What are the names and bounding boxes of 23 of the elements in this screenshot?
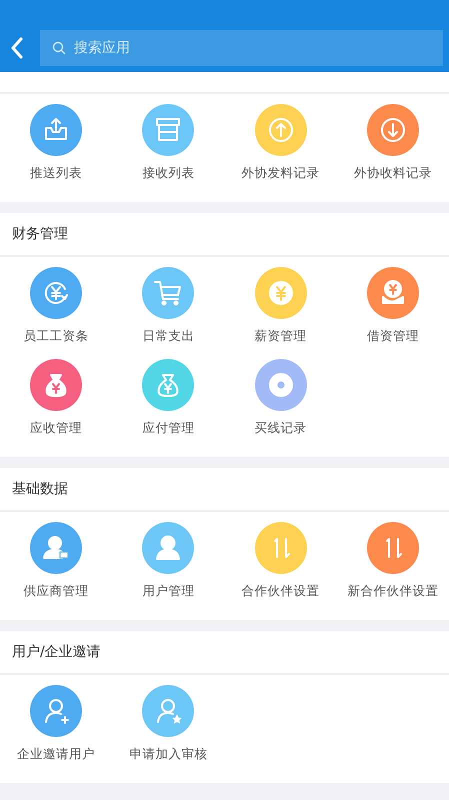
- app-tile[interactable]: 薪资管理: [224, 267, 337, 359]
- app-tile[interactable]: 应收管理: [0, 359, 112, 451]
- app-tile[interactable]: 企业邀请用户: [0, 685, 112, 777]
- section-title: 财务管理: [0, 213, 449, 257]
- app-tile[interactable]: 日常支出: [112, 267, 224, 359]
- app-tile[interactable]: 申请加入审核: [112, 685, 224, 777]
- app-tile[interactable]: 应付管理: [112, 359, 224, 451]
- app-tile[interactable]: 合作伙伴设置: [224, 522, 337, 614]
- search-field[interactable]: 搜索应用: [40, 30, 443, 66]
- app-tile[interactable]: 买线记录: [224, 359, 337, 451]
- app-tile[interactable]: 借资管理: [336, 267, 449, 359]
- back-icon: [10, 37, 24, 59]
- app-tile[interactable]: 供应商管理: [0, 522, 112, 614]
- section-title: 基础数据: [0, 468, 449, 512]
- app-tile[interactable]: 新合作伙伴设置: [336, 522, 449, 614]
- app-tile[interactable]: 接收列表: [112, 104, 224, 196]
- section-title: 用户/企业邀请: [0, 631, 449, 675]
- app-tile[interactable]: 外协收料记录: [336, 104, 449, 196]
- app-tile[interactable]: 员工工资条: [0, 267, 112, 359]
- app-tile[interactable]: 外协发料记录: [224, 104, 337, 196]
- app-tile[interactable]: 推送列表: [0, 104, 112, 196]
- app-tile[interactable]: 用户管理: [112, 522, 224, 614]
- search-icon: [52, 41, 66, 55]
